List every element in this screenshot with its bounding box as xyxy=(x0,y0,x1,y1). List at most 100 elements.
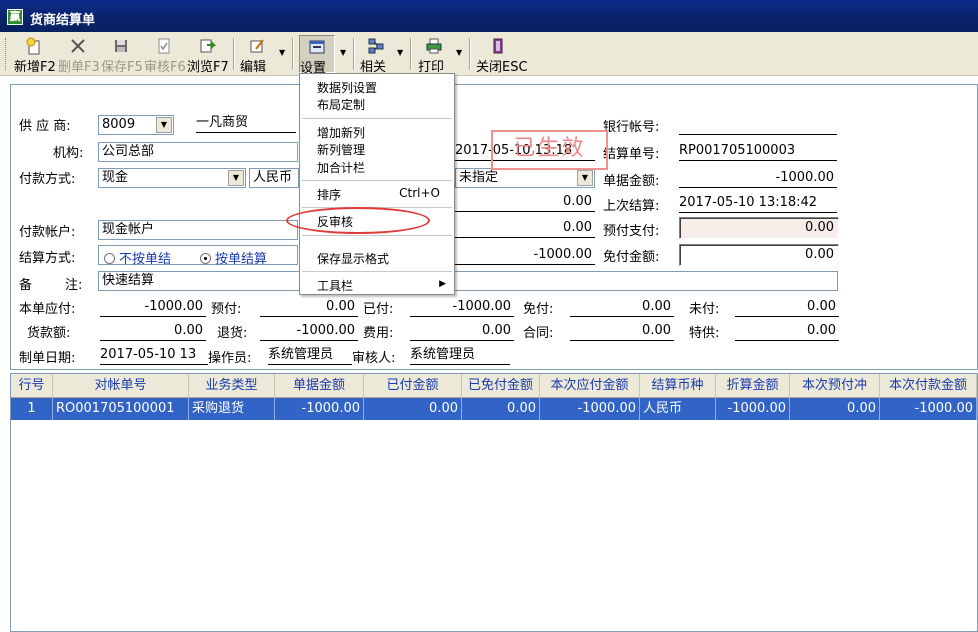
radio-off-icon xyxy=(104,253,115,264)
account-field[interactable]: 现金帐户 xyxy=(98,220,298,240)
prepay-label: 预付支付: xyxy=(603,224,660,239)
menu-item-toolbar[interactable]: 工具栏 xyxy=(317,277,353,294)
toolbar-separator xyxy=(233,38,235,70)
menu-item-add-column[interactable]: 增加新列 xyxy=(317,124,365,141)
delete-button[interactable]: 删单F3 xyxy=(58,35,100,75)
free-pay-field[interactable]: 0.00 xyxy=(679,244,839,266)
review-check-icon xyxy=(155,37,173,55)
menu-item-layout-custom[interactable]: 布局定制 xyxy=(317,96,365,113)
bank-account-label: 银行帐号: xyxy=(603,120,660,135)
detail-grid: 行号 对帐单号 业务类型 单据金额 已付金额 已免付金额 本次应付金额 结算币种… xyxy=(10,373,978,632)
prepaid-value: 0.00 xyxy=(260,297,358,317)
grid-header-cell[interactable]: 单据金额 xyxy=(275,374,364,398)
related-button[interactable]: 相关 xyxy=(360,35,392,75)
prepay-field[interactable]: 0.00 xyxy=(679,217,839,239)
unpaid-label: 未付: xyxy=(689,302,720,317)
grid-header-cell[interactable]: 本次应付金额 xyxy=(540,374,640,398)
grid-header-cell[interactable]: 已免付金额 xyxy=(462,374,540,398)
settings-button[interactable]: 设置 xyxy=(299,35,335,76)
print-button[interactable]: 打印 xyxy=(418,35,450,75)
radio-single[interactable]: 按单结算 xyxy=(200,248,267,267)
org-label: 机构: xyxy=(53,146,84,161)
menu-separator xyxy=(302,271,452,272)
grid-header-cell[interactable]: 已付金额 xyxy=(364,374,462,398)
grid-header-cell[interactable]: 结算币种 xyxy=(640,374,716,398)
doc-amount-cell[interactable]: -1000.00 xyxy=(275,398,364,420)
free-amount-cell[interactable]: 0.00 xyxy=(462,398,540,420)
currency-combo[interactable]: 人民币 xyxy=(249,168,299,188)
currency-cell[interactable]: 人民币 xyxy=(640,398,716,420)
settle-no-value: RP001705100003 xyxy=(679,141,837,161)
related-dropdown-arrow[interactable]: ▼ xyxy=(397,48,403,57)
toolbar-separator xyxy=(469,38,471,70)
doc-amount-label: 单据金额: xyxy=(603,174,660,189)
remark-label-b: 注: xyxy=(65,278,83,293)
toolbar-separator xyxy=(353,38,355,70)
paid-amount-cell[interactable]: 0.00 xyxy=(364,398,462,420)
free-label: 免付: xyxy=(523,302,554,317)
biz-type-cell[interactable]: 采购退货 xyxy=(189,398,275,420)
remark-field[interactable]: 快速结算 xyxy=(98,271,838,291)
prepay-offset-cell[interactable]: 0.00 xyxy=(790,398,880,420)
grid-header: 行号 对帐单号 业务类型 单据金额 已付金额 已免付金额 本次应付金额 结算币种… xyxy=(11,374,977,398)
paymethod-combo[interactable]: 现金 ▼ xyxy=(98,168,246,188)
highlight-oval xyxy=(286,207,430,234)
chevron-down-icon[interactable]: ▼ xyxy=(577,170,593,186)
reviewer-value: 系统管理员 xyxy=(410,345,510,365)
row-no-cell[interactable]: 1 xyxy=(11,398,53,420)
unspecified-combo[interactable]: 未指定 ▼ xyxy=(455,168,595,188)
table-row[interactable]: 1 RO001705100001 采购退货 -1000.00 0.00 0.00… xyxy=(11,398,977,420)
save-button[interactable]: 保存F5 xyxy=(101,35,143,75)
supplier-label: 供 应 商: xyxy=(19,119,71,134)
last-settle-value: 2017-05-10 13:18:42 xyxy=(679,193,837,213)
converted-amount-cell[interactable]: -1000.00 xyxy=(716,398,790,420)
close-button[interactable]: 关闭ESC xyxy=(476,35,528,75)
browse-button[interactable]: 浏览F7 xyxy=(187,35,229,75)
settle-no-label: 结算单号: xyxy=(603,147,660,162)
settings-dropdown-arrow[interactable]: ▼ xyxy=(340,48,346,57)
bank-account-value xyxy=(679,115,837,135)
reviewer-label: 审核人: xyxy=(352,351,396,366)
payable-now-cell[interactable]: -1000.00 xyxy=(540,398,640,420)
middle-amount-1: 0.00 xyxy=(455,192,595,212)
edit-button[interactable]: 编辑 xyxy=(240,35,274,75)
toolbar-grip[interactable] xyxy=(5,38,8,70)
settings-dropdown-menu: 数据列设置 布局定制 增加新列 新列管理 加合计栏 排序 Ctrl+O 反审核 … xyxy=(299,73,455,295)
menu-item-column-manage[interactable]: 新列管理 xyxy=(317,141,365,158)
paid-label: 已付: xyxy=(363,302,394,317)
statement-no-cell[interactable]: RO001705100001 xyxy=(53,398,189,420)
menu-separator xyxy=(302,235,452,236)
supplier-code-combo[interactable]: 8009 ▼ xyxy=(98,115,174,135)
payment-now-cell[interactable]: -1000.00 xyxy=(880,398,977,420)
chevron-down-icon[interactable]: ▼ xyxy=(156,117,172,133)
middle-amount-2: 0.00 xyxy=(455,218,595,238)
grid-header-cell[interactable]: 业务类型 xyxy=(189,374,275,398)
chevron-down-icon[interactable]: ▼ xyxy=(228,170,244,186)
goods-label: 货款额: xyxy=(27,326,71,341)
menu-item-sort[interactable]: 排序 xyxy=(317,186,341,203)
org-field[interactable]: 公司总部 xyxy=(98,142,298,162)
edit-dropdown-arrow[interactable]: ▼ xyxy=(279,48,285,57)
payable-value: -1000.00 xyxy=(100,297,206,317)
menu-item-add-total[interactable]: 加合计栏 xyxy=(317,159,365,176)
radio-on-icon xyxy=(200,253,211,264)
grid-header-cell[interactable]: 对帐单号 xyxy=(53,374,189,398)
contract-label: 合同: xyxy=(523,326,554,341)
app-icon: 赢 xyxy=(7,9,23,25)
new-button[interactable]: 新增F2 xyxy=(14,35,56,75)
menu-item-save-format[interactable]: 保存显示格式 xyxy=(317,250,389,267)
special-label: 特供: xyxy=(689,326,720,341)
grid-header-cell[interactable]: 本次付款金额 xyxy=(880,374,977,398)
radio-not-single[interactable]: 不按单结 xyxy=(104,248,171,267)
grid-header-cell[interactable]: 行号 xyxy=(11,374,53,398)
menu-separator xyxy=(302,180,452,181)
return-value: -1000.00 xyxy=(260,321,358,341)
grid-header-cell[interactable]: 折算金额 xyxy=(716,374,790,398)
menu-item-column-settings[interactable]: 数据列设置 xyxy=(317,79,377,96)
print-dropdown-arrow[interactable]: ▼ xyxy=(456,48,462,57)
remark-label-a: 备 xyxy=(19,278,33,293)
grid-header-cell[interactable]: 本次预付冲 xyxy=(790,374,880,398)
review-button[interactable]: 审核F6 xyxy=(144,35,186,75)
create-date-label: 制单日期: xyxy=(19,351,76,366)
fee-label: 费用: xyxy=(363,326,394,341)
